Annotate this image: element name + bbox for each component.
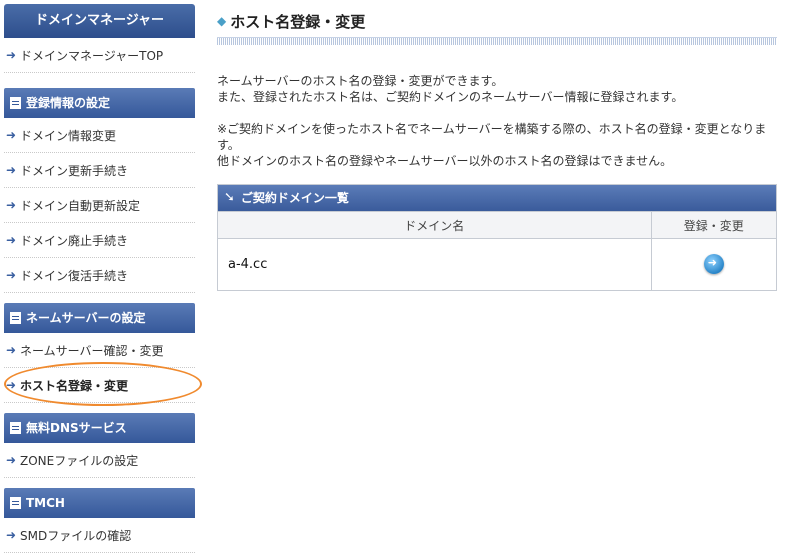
sidebar-item-label: ドメイン更新手続き: [20, 163, 129, 178]
sidebar-item-domain-info-change[interactable]: ➜ ドメイン情報変更: [4, 118, 195, 153]
corner-arrow-icon: ➘: [224, 190, 235, 205]
section-title: TMCH: [26, 496, 65, 510]
arrow-right-icon: ➜: [6, 48, 17, 62]
sidebar-header: ドメインマネージャー: [4, 4, 195, 38]
go-arrow-button-icon[interactable]: [703, 254, 724, 275]
main-content: ◆ ホスト名登録・変更 ネームサーバーのホスト名の登録・変更ができます。 また、…: [217, 8, 777, 291]
note-line: 他ドメインのホスト名の登録やネームサーバー以外のホスト名の登録はできません。: [217, 154, 673, 168]
description-line: また、登録されたホスト名は、ご契約ドメインのネームサーバー情報に登録されます。: [217, 90, 684, 104]
description-line: ネームサーバーのホスト名の登録・変更ができます。: [217, 74, 504, 88]
diamond-icon: ◆: [217, 14, 227, 28]
list-icon: [10, 312, 21, 324]
arrow-right-icon: ➜: [6, 163, 17, 177]
arrow-right-icon: ➜: [6, 528, 17, 542]
title-divider: [217, 37, 777, 45]
sidebar-item-domain-cancel[interactable]: ➜ ドメイン廃止手続き: [4, 223, 195, 258]
contracted-domains-panel: ➘ ご契約ドメイン一覧 ドメイン名 登録・変更 a-4.cc: [217, 184, 777, 291]
sidebar: ドメインマネージャー ➜ ドメインマネージャーTOP 登録情報の設定 ➜ ドメイ…: [4, 4, 202, 553]
sidebar-item-label: ドメイン復活手続き: [20, 268, 129, 283]
section-title: 無料DNSサービス: [26, 421, 127, 435]
action-cell: [651, 239, 776, 290]
table-header-row: ドメイン名 登録・変更: [218, 211, 776, 239]
sidebar-item-nameserver-check[interactable]: ➜ ネームサーバー確認・変更: [4, 333, 195, 368]
sidebar-item-label: ドメイン情報変更: [20, 128, 117, 143]
panel-title: ご契約ドメイン一覧: [240, 191, 349, 205]
note-line: ※ご契約ドメインを使ったホスト名でネームサーバーを構築する際の、ホスト名の登録・…: [217, 122, 767, 152]
arrow-right-icon: ➜: [6, 378, 17, 392]
sidebar-item-label: ZONEファイルの設定: [20, 453, 139, 468]
arrow-right-icon: ➜: [6, 453, 17, 467]
arrow-right-icon: ➜: [6, 343, 17, 357]
section-title: 登録情報の設定: [26, 96, 111, 110]
page-title: ◆ ホスト名登録・変更: [217, 8, 777, 34]
table-row: a-4.cc: [218, 238, 776, 290]
sidebar-item-label: ドメイン自動更新設定: [20, 198, 141, 213]
domain-table: ドメイン名 登録・変更 a-4.cc: [218, 211, 776, 290]
description-paragraph: ネームサーバーのホスト名の登録・変更ができます。 また、登録されたホスト名は、ご…: [217, 73, 777, 105]
note-paragraph: ※ご契約ドメインを使ったホスト名でネームサーバーを構築する際の、ホスト名の登録・…: [217, 121, 777, 169]
sidebar-item-smd-file[interactable]: ➜ SMDファイルの確認: [4, 518, 195, 553]
sidebar-item-label: ホスト名登録・変更: [20, 378, 129, 393]
section-header-free-dns: 無料DNSサービス: [4, 413, 195, 443]
section-header-registration: 登録情報の設定: [4, 88, 195, 118]
sidebar-item-label: ネームサーバー確認・変更: [20, 343, 164, 358]
arrow-right-icon: ➜: [6, 198, 17, 212]
section-header-tmch: TMCH: [4, 488, 195, 518]
sidebar-item-zone-file[interactable]: ➜ ZONEファイルの設定: [4, 443, 195, 478]
sidebar-item-hostname-register[interactable]: ➜ ホスト名登録・変更: [4, 362, 202, 406]
list-icon: [10, 97, 21, 109]
sidebar-item-label: ドメインマネージャーTOP: [20, 48, 164, 63]
arrow-right-icon: ➜: [6, 128, 17, 142]
list-icon: [10, 422, 21, 434]
sidebar-item-domain-renewal[interactable]: ➜ ドメイン更新手続き: [4, 153, 195, 188]
arrow-right-icon: ➜: [6, 233, 17, 247]
column-header-action: 登録・変更: [651, 211, 776, 239]
sidebar-item-auto-renewal[interactable]: ➜ ドメイン自動更新設定: [4, 188, 195, 223]
column-header-domain: ドメイン名: [218, 211, 652, 239]
arrow-right-icon: ➜: [6, 268, 17, 282]
section-header-nameserver: ネームサーバーの設定: [4, 303, 195, 333]
domain-name-cell: a-4.cc: [218, 238, 652, 290]
panel-header: ➘ ご契約ドメイン一覧: [218, 185, 776, 211]
sidebar-item-label: SMDファイルの確認: [20, 528, 132, 543]
sidebar-item-label: ドメイン廃止手続き: [20, 233, 129, 248]
sidebar-item-domain-manager-top[interactable]: ➜ ドメインマネージャーTOP: [4, 38, 195, 73]
sidebar-item-domain-restore[interactable]: ➜ ドメイン復活手続き: [4, 258, 195, 293]
list-icon: [10, 497, 21, 509]
section-title: ネームサーバーの設定: [26, 311, 146, 325]
page-title-text: ホスト名登録・変更: [230, 12, 366, 31]
